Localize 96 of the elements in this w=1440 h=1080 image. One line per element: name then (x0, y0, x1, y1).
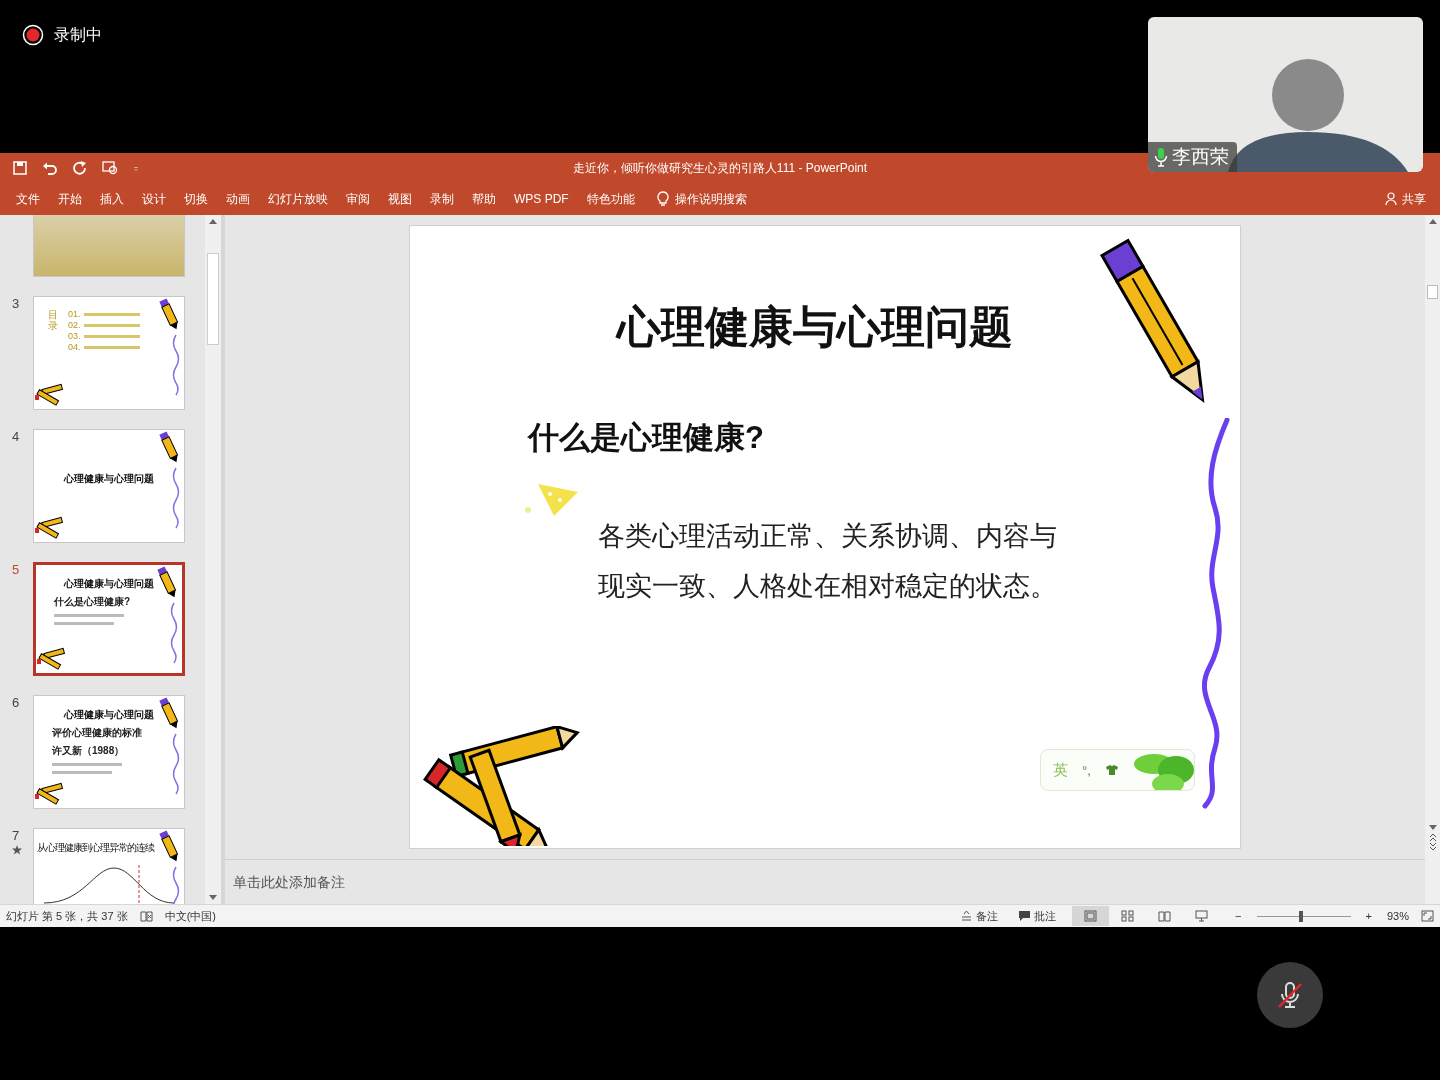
save-icon[interactable] (12, 160, 28, 176)
ribbon-tab[interactable]: 帮助 (464, 184, 504, 214)
text-line-placeholder (54, 614, 124, 617)
fit-to-window-icon[interactable] (1421, 910, 1434, 922)
ribbon-tab[interactable]: 录制 (422, 184, 462, 214)
participant-name: 李西荣 (1172, 145, 1229, 169)
pencils-drawing (34, 383, 66, 407)
thumbnail-heading: 目录 (48, 309, 58, 333)
slide-thumbnail[interactable]: 心理健康与心理问题 评价心理健康的标准 许又新（1988） (33, 695, 185, 809)
language-indicator[interactable]: 中文(中国) (164, 908, 216, 924)
thumbnail-text: 什么是心理健康? (54, 595, 131, 609)
pencils-drawing (36, 647, 68, 671)
thumbnail-scrollbar[interactable] (205, 215, 221, 904)
slide-number: 3 (12, 296, 20, 311)
muted-microphone-icon (1275, 980, 1305, 1010)
notes-button[interactable]: 备注 (956, 906, 1003, 926)
next-slide-icon[interactable] (1427, 842, 1438, 852)
recording-label: 录制中 (54, 25, 102, 45)
scrollbar-thumb[interactable] (207, 253, 219, 345)
thumbnail-title: 心理健康与心理问题 (64, 708, 154, 722)
show-view-icon (1195, 910, 1209, 922)
person-icon (1385, 192, 1398, 206)
pencils-drawing (34, 516, 66, 540)
ribbon-tab[interactable]: 动画 (218, 184, 258, 214)
scroll-down-icon[interactable] (208, 894, 218, 902)
ribbon-tab[interactable]: WPS PDF (506, 186, 577, 212)
accessibility-check-icon[interactable] (139, 910, 153, 922)
undo-icon[interactable] (42, 160, 58, 176)
thumbnail-text: 02. (68, 320, 81, 330)
notes-field[interactable]: 单击此处添加备注 (231, 873, 535, 891)
slide-subtitle: 什么是心理健康? (528, 419, 764, 457)
text-line-placeholder (83, 334, 140, 338)
ribbon-tab[interactable]: 特色功能 (578, 184, 643, 214)
slide-counter: 幻灯片 第 5 张，共 37 张 (6, 908, 128, 924)
ribbon-tab[interactable]: 文件 (8, 184, 48, 214)
previous-slide-icon[interactable] (1427, 832, 1438, 842)
scroll-up-icon[interactable] (208, 217, 218, 225)
zoom-level[interactable]: 93% (1386, 910, 1409, 922)
thumbnail-title: 从心理健康到心理异常的连续 (37, 841, 154, 855)
thumbnail-text: 01. (68, 309, 81, 319)
pencils-drawing (34, 782, 66, 806)
zoom-out-button[interactable]: − (1232, 910, 1245, 922)
normal-view-button[interactable] (1072, 906, 1110, 926)
scrollbar-thumb[interactable] (1427, 285, 1438, 299)
window-title: 走近你，倾听你做研究生心灵的引路人111 - PowerPoint (572, 160, 868, 175)
notes-icon (960, 910, 974, 922)
presentation-icon[interactable] (102, 160, 118, 176)
redo-icon[interactable] (72, 160, 88, 176)
normal-view-icon (1084, 910, 1098, 922)
slide-body-text: 各类心理活动正常、关系协调、内容与 (598, 520, 1057, 553)
shirt-icon[interactable] (1104, 764, 1119, 776)
thumbnail-title: 心理健康与心理问题 (64, 577, 154, 591)
slide-number: 5 (12, 562, 20, 577)
text-line-placeholder (83, 345, 140, 349)
scroll-up-icon[interactable] (1427, 217, 1438, 225)
thumbnail-text: 04. (68, 342, 81, 352)
slide-body-text: 现实一致、人格处在相对稳定的状态。 (598, 570, 1057, 603)
ribbon-tab[interactable]: 幻灯片放映 (260, 184, 336, 214)
slide-thumbnail[interactable]: 从心理健康到心理异常的连续 (33, 828, 185, 904)
reading-view-icon (1158, 910, 1172, 922)
sorter-view-icon (1121, 910, 1135, 922)
slide-scrollbar[interactable] (1425, 215, 1440, 904)
slide-title: 心理健康与心理问题 (617, 301, 1013, 353)
thumbnail-title: 心理健康与心理问题 (64, 472, 154, 486)
text-line-placeholder (52, 771, 112, 774)
lightbulb-icon (656, 191, 669, 207)
slide-thumbnail[interactable]: 心理健康与心理问题 (33, 429, 185, 543)
ribbon-tab[interactable]: 设计 (134, 184, 174, 214)
punctuation-mode-label[interactable]: °, (1082, 762, 1091, 778)
comment-icon (1018, 910, 1032, 922)
ribbon-tab[interactable]: 视图 (380, 184, 420, 214)
thumbnail-text: 03. (68, 331, 81, 341)
slide-number: 4 (12, 429, 20, 444)
microphone-icon (1154, 147, 1168, 167)
ribbon-tab[interactable]: 审阅 (338, 184, 378, 214)
slide-thumbnail[interactable]: 目录 01. 02. 03. 04. (33, 296, 185, 410)
text-line-placeholder (83, 323, 140, 327)
thumbnail-text: 评价心理健康的标准 (52, 726, 142, 740)
ribbon-tab[interactable]: 切换 (176, 184, 216, 214)
zoom-slider-thumb[interactable] (1298, 910, 1303, 922)
record-icon (22, 24, 44, 46)
thumbnail-text: 许又新（1988） (52, 744, 125, 758)
ribbon-tab[interactable]: 开始 (50, 184, 90, 214)
scroll-down-icon[interactable] (1427, 824, 1438, 832)
input-method-bar[interactable]: 英 °, (1040, 749, 1195, 791)
text-line-placeholder (52, 763, 122, 766)
ribbon-tab[interactable]: 插入 (92, 184, 132, 214)
slide-number: 7 (12, 828, 20, 843)
text-line-placeholder (54, 622, 114, 625)
slide-number: 6 (12, 695, 20, 710)
slide-thumbnail[interactable]: 心理健康与心理问题 什么是心理健康? (33, 562, 185, 676)
zoom-in-button[interactable]: + (1362, 910, 1375, 922)
tell-me-search[interactable]: 操作说明搜索 (652, 186, 751, 212)
share-button[interactable]: 共享 (1379, 186, 1432, 212)
comments-button[interactable]: 批注 (1014, 906, 1061, 926)
text-line-placeholder (83, 312, 140, 316)
